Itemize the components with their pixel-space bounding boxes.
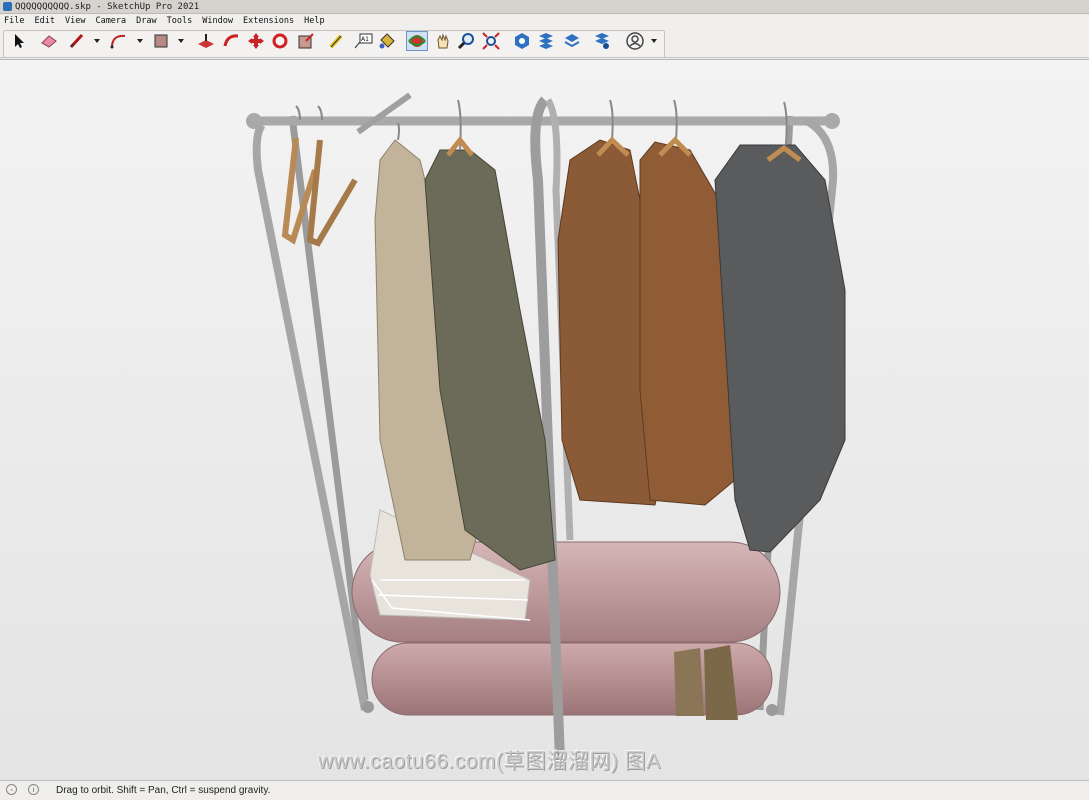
menu-bar: File Edit View Camera Draw Tools Window … bbox=[0, 14, 1089, 28]
account-icon bbox=[626, 32, 644, 50]
move-tool-button[interactable] bbox=[245, 31, 267, 51]
account-button[interactable] bbox=[624, 31, 646, 51]
rectangle-tool-dropdown[interactable] bbox=[178, 39, 184, 43]
3d-warehouse-button[interactable] bbox=[511, 31, 533, 51]
menu-camera[interactable]: Camera bbox=[95, 16, 126, 26]
push-pull-tool-button[interactable] bbox=[195, 31, 217, 51]
line-tool-icon bbox=[69, 33, 84, 49]
pan-tool-button[interactable] bbox=[432, 31, 454, 51]
rotate-tool-icon bbox=[272, 33, 288, 49]
paint-bucket-tool-icon bbox=[379, 33, 395, 49]
menu-draw[interactable]: Draw bbox=[136, 16, 156, 26]
zoom-tool-button[interactable] bbox=[455, 31, 477, 51]
orbit-tool-button[interactable] bbox=[406, 31, 428, 51]
rectangle-tool-icon bbox=[154, 34, 168, 48]
rail-hook bbox=[356, 92, 412, 135]
sketchup-app-icon bbox=[3, 2, 12, 11]
push-pull-tool-icon bbox=[198, 34, 214, 48]
title-bar: QQQQQQQQQQ.skp - SketchUp Pro 2021 bbox=[0, 0, 1089, 14]
orbit-tool-icon bbox=[408, 35, 426, 47]
extension-warehouse-icon bbox=[539, 33, 553, 49]
text-tool-icon: A1 bbox=[354, 33, 373, 49]
info-icon[interactable]: i bbox=[28, 784, 39, 795]
follow-me-tool-button[interactable] bbox=[221, 31, 243, 51]
arc-tool-icon bbox=[110, 34, 126, 49]
follow-me-tool-icon bbox=[223, 34, 239, 47]
clothing-rack-model bbox=[246, 92, 846, 761]
select-tool-icon bbox=[15, 34, 24, 48]
watermark-text: www.caotu66.com(草图溜溜网) 图A bbox=[318, 750, 661, 773]
menu-window[interactable]: Window bbox=[202, 16, 233, 26]
account-dropdown[interactable] bbox=[651, 39, 657, 43]
zoom-extents-tool-icon bbox=[482, 32, 500, 50]
status-bar: ◦ i Drag to orbit. Shift = Pan, Ctrl = s… bbox=[0, 780, 1089, 800]
arc-tool-dropdown[interactable] bbox=[137, 39, 143, 43]
extension-warehouse-button[interactable] bbox=[535, 31, 557, 51]
menu-view[interactable]: View bbox=[65, 16, 85, 26]
coat-gray bbox=[714, 144, 846, 553]
layout-send-icon bbox=[564, 34, 580, 48]
line-tool-button[interactable] bbox=[66, 31, 88, 51]
rack-foot-left bbox=[362, 701, 374, 713]
text-tool-button[interactable]: A1 bbox=[352, 31, 374, 51]
3d-warehouse-icon bbox=[515, 33, 529, 49]
menu-help[interactable]: Help bbox=[304, 16, 324, 26]
geo-location-icon[interactable]: ◦ bbox=[6, 784, 17, 795]
line-tool-dropdown[interactable] bbox=[94, 39, 100, 43]
pan-tool-icon bbox=[437, 33, 449, 49]
zoom-tool-icon bbox=[457, 33, 474, 50]
text-tool-label: A1 bbox=[361, 36, 369, 43]
window-title: QQQQQQQQQQ.skp - SketchUp Pro 2021 bbox=[15, 1, 200, 12]
shoe-left bbox=[674, 648, 704, 716]
rack-foot-right bbox=[766, 704, 778, 716]
rail-end-cap-right bbox=[824, 113, 840, 129]
menu-extensions[interactable]: Extensions bbox=[243, 16, 294, 26]
menu-file[interactable]: File bbox=[4, 16, 24, 26]
menu-tools[interactable]: Tools bbox=[167, 16, 193, 26]
rectangle-tool-button[interactable] bbox=[150, 31, 172, 51]
status-hint: Drag to orbit. Shift = Pan, Ctrl = suspe… bbox=[56, 785, 271, 796]
menu-edit[interactable]: Edit bbox=[34, 16, 54, 26]
rotate-tool-button[interactable] bbox=[269, 31, 291, 51]
move-tool-icon bbox=[248, 33, 264, 49]
layout-send-button[interactable] bbox=[561, 31, 583, 51]
eraser-tool-button[interactable] bbox=[38, 31, 60, 51]
select-tool-button[interactable] bbox=[8, 31, 30, 51]
main-toolbar: A1 bbox=[0, 28, 1089, 58]
scale-tool-button[interactable] bbox=[295, 31, 317, 51]
tape-measure-tool-icon bbox=[329, 34, 343, 49]
rail-end-cap-left bbox=[246, 113, 262, 129]
paint-bucket-tool-button[interactable] bbox=[376, 31, 398, 51]
zoom-extents-tool-button[interactable] bbox=[480, 31, 502, 51]
tape-measure-tool-button[interactable] bbox=[326, 31, 348, 51]
extension-manager-button[interactable] bbox=[591, 31, 613, 51]
3d-viewport[interactable] bbox=[0, 59, 1089, 780]
extension-manager-icon bbox=[595, 33, 609, 49]
eraser-tool-icon bbox=[41, 35, 57, 48]
scale-tool-icon bbox=[298, 33, 314, 49]
arc-tool-button[interactable] bbox=[108, 31, 130, 51]
